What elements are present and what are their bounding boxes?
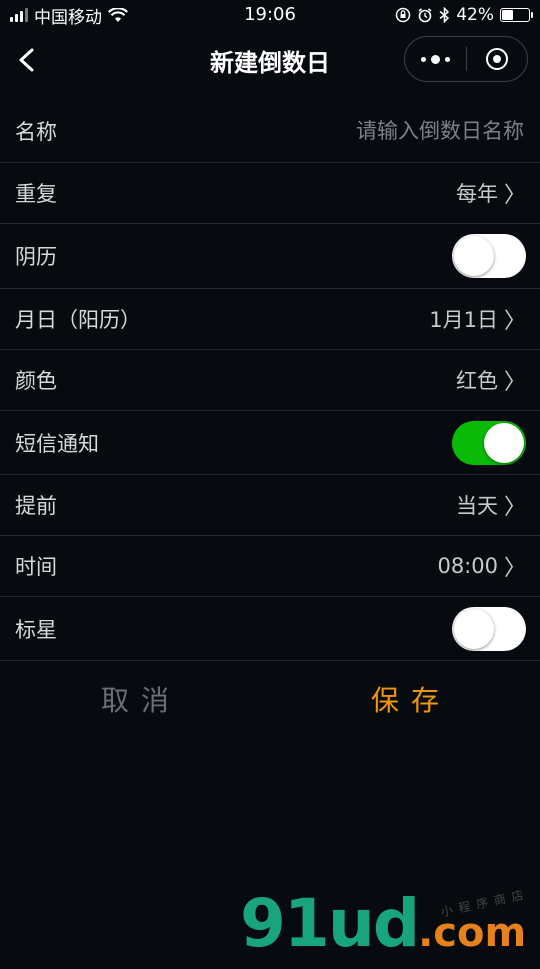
date-value-group: 1月1日 〉 xyxy=(429,303,526,335)
star-row: 标星 xyxy=(0,597,540,661)
time-row[interactable]: 时间 08:00 〉 xyxy=(0,536,540,597)
back-button[interactable] xyxy=(14,44,42,76)
more-button[interactable] xyxy=(405,37,466,81)
toggle-knob xyxy=(484,422,524,463)
status-bar: 中国移动 19:06 42% xyxy=(0,0,540,30)
chevron-right-icon: 〉 xyxy=(503,183,526,208)
repeat-value-group: 每年 〉 xyxy=(456,177,526,209)
date-row[interactable]: 月日（阳历） 1月1日 〉 xyxy=(0,289,540,350)
lunar-row: 阴历 xyxy=(0,224,540,289)
target-icon xyxy=(485,48,508,70)
save-button[interactable]: 保存 xyxy=(270,679,540,719)
color-row[interactable]: 颜色 红色 〉 xyxy=(0,350,540,411)
chevron-right-icon: 〉 xyxy=(503,495,526,520)
name-input[interactable] xyxy=(262,118,526,144)
sms-row: 短信通知 xyxy=(0,411,540,475)
action-bar: 取消 保存 xyxy=(0,661,540,737)
name-row: 名称 xyxy=(0,100,540,163)
time-label: 时间 xyxy=(15,555,57,579)
signal-icon xyxy=(10,8,28,22)
advance-value-group: 当天 〉 xyxy=(456,489,526,521)
close-miniprogram-button[interactable] xyxy=(467,37,528,81)
chevron-right-icon: 〉 xyxy=(503,370,526,395)
toggle-knob xyxy=(454,236,494,276)
cancel-button[interactable]: 取消 xyxy=(0,679,270,719)
more-dot-icon xyxy=(420,56,426,62)
color-value-group: 红色 〉 xyxy=(456,364,526,396)
color-value: 红色 xyxy=(455,369,498,393)
wifi-icon xyxy=(108,7,128,22)
status-time: 19:06 xyxy=(244,4,296,25)
countdown-form: 名称 重复 每年 〉 阴历 月日（阳历） 1月1日 〉 颜色 红色 〉 短信通知… xyxy=(0,100,540,661)
battery-fill xyxy=(502,10,513,20)
name-label: 名称 xyxy=(15,120,57,144)
lunar-label: 阴历 xyxy=(15,245,57,269)
sms-toggle[interactable] xyxy=(452,420,526,465)
status-right: 42% xyxy=(395,5,533,25)
back-arrow-icon xyxy=(19,48,34,72)
date-value: 1月1日 xyxy=(429,308,498,332)
battery-percent: 42% xyxy=(456,5,494,25)
time-value-group: 08:00 〉 xyxy=(437,550,526,582)
repeat-value: 每年 xyxy=(455,182,498,206)
more-dot-icon xyxy=(430,54,440,64)
star-toggle[interactable] xyxy=(452,606,526,651)
battery-icon xyxy=(500,8,533,22)
menu-capsule xyxy=(404,36,528,82)
bluetooth-icon xyxy=(439,7,450,23)
toggle-knob xyxy=(454,608,494,649)
advance-value: 当天 xyxy=(455,494,498,518)
star-label: 标星 xyxy=(15,617,57,642)
rotation-lock-icon xyxy=(395,7,411,23)
chevron-right-icon: 〉 xyxy=(503,556,526,581)
watermark-logo: 91ud.com 小程序商店 xyxy=(240,887,540,960)
nav-bar: 新建倒数日 xyxy=(0,30,540,90)
repeat-label: 重复 xyxy=(15,182,57,206)
advance-row[interactable]: 提前 当天 〉 xyxy=(0,475,540,536)
advance-label: 提前 xyxy=(15,494,57,518)
date-label: 月日（阳历） xyxy=(15,308,141,332)
repeat-row[interactable]: 重复 每年 〉 xyxy=(0,163,540,224)
status-left: 中国移动 xyxy=(10,3,128,28)
sms-label: 短信通知 xyxy=(15,431,99,456)
time-value: 08:00 xyxy=(437,554,498,578)
chevron-right-icon: 〉 xyxy=(503,309,526,334)
alarm-icon xyxy=(418,8,432,23)
more-dot-icon xyxy=(444,56,450,62)
carrier-label: 中国移动 xyxy=(34,7,102,28)
lunar-toggle[interactable] xyxy=(452,234,526,278)
color-label: 颜色 xyxy=(15,369,57,393)
